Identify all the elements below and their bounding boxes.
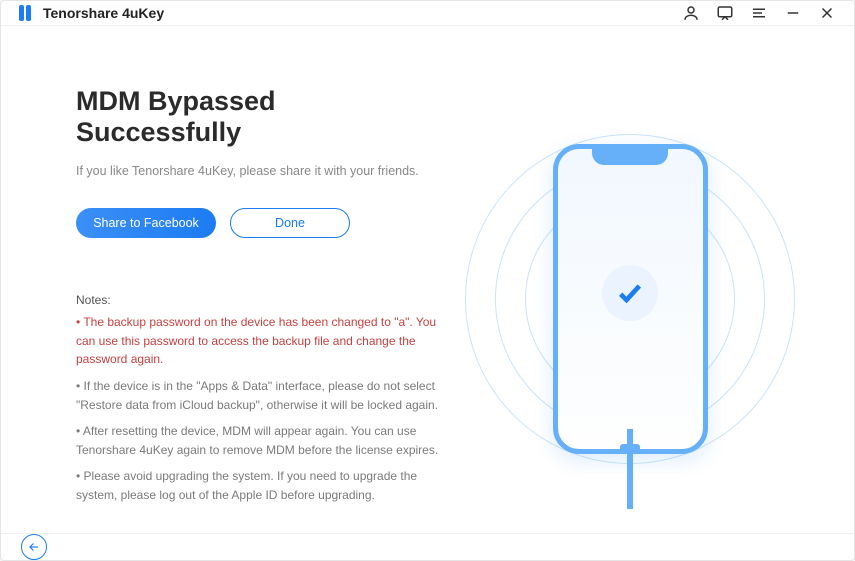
checkmark-icon <box>616 279 644 307</box>
note-item: • Please avoid upgrading the system. If … <box>76 467 446 504</box>
close-icon[interactable] <box>818 4 836 22</box>
note-item: • If the device is in the "Apps & Data" … <box>76 377 446 414</box>
notes-list: • The backup password on the device has … <box>76 313 446 512</box>
button-row: Share to Facebook Done <box>76 208 446 238</box>
phone-icon <box>553 144 708 454</box>
phone-notch-icon <box>592 149 668 165</box>
notes-label: Notes: <box>76 293 446 307</box>
share-button[interactable]: Share to Facebook <box>76 208 216 238</box>
cable-plug-icon <box>620 444 640 454</box>
note-item: • The backup password on the device has … <box>76 313 446 369</box>
illustration-panel <box>446 86 814 512</box>
app-logo: Tenorshare 4uKey <box>19 5 164 21</box>
note-item: • After resetting the device, MDM will a… <box>76 422 446 459</box>
titlebar-actions <box>682 4 836 22</box>
phone-illustration <box>480 114 780 484</box>
cable-icon <box>627 429 633 509</box>
subtitle: If you like Tenorshare 4uKey, please sha… <box>76 164 446 178</box>
page-title: MDM Bypassed Successfully <box>76 86 446 148</box>
check-circle <box>602 265 658 321</box>
back-button[interactable] <box>21 534 47 560</box>
logo-mark-icon <box>19 5 35 21</box>
content-area: MDM Bypassed Successfully If you like Te… <box>1 26 854 532</box>
minimize-icon[interactable] <box>784 4 802 22</box>
app-window: Tenorshare 4uKey MDM Bypassed Successful… <box>0 0 855 561</box>
app-title: Tenorshare 4uKey <box>43 5 164 21</box>
feedback-icon[interactable] <box>716 4 734 22</box>
left-panel: MDM Bypassed Successfully If you like Te… <box>76 86 446 512</box>
footer-bar <box>1 533 854 560</box>
done-button[interactable]: Done <box>230 208 350 238</box>
menu-icon[interactable] <box>750 4 768 22</box>
account-icon[interactable] <box>682 4 700 22</box>
arrow-left-icon <box>27 540 41 554</box>
titlebar: Tenorshare 4uKey <box>1 1 854 26</box>
